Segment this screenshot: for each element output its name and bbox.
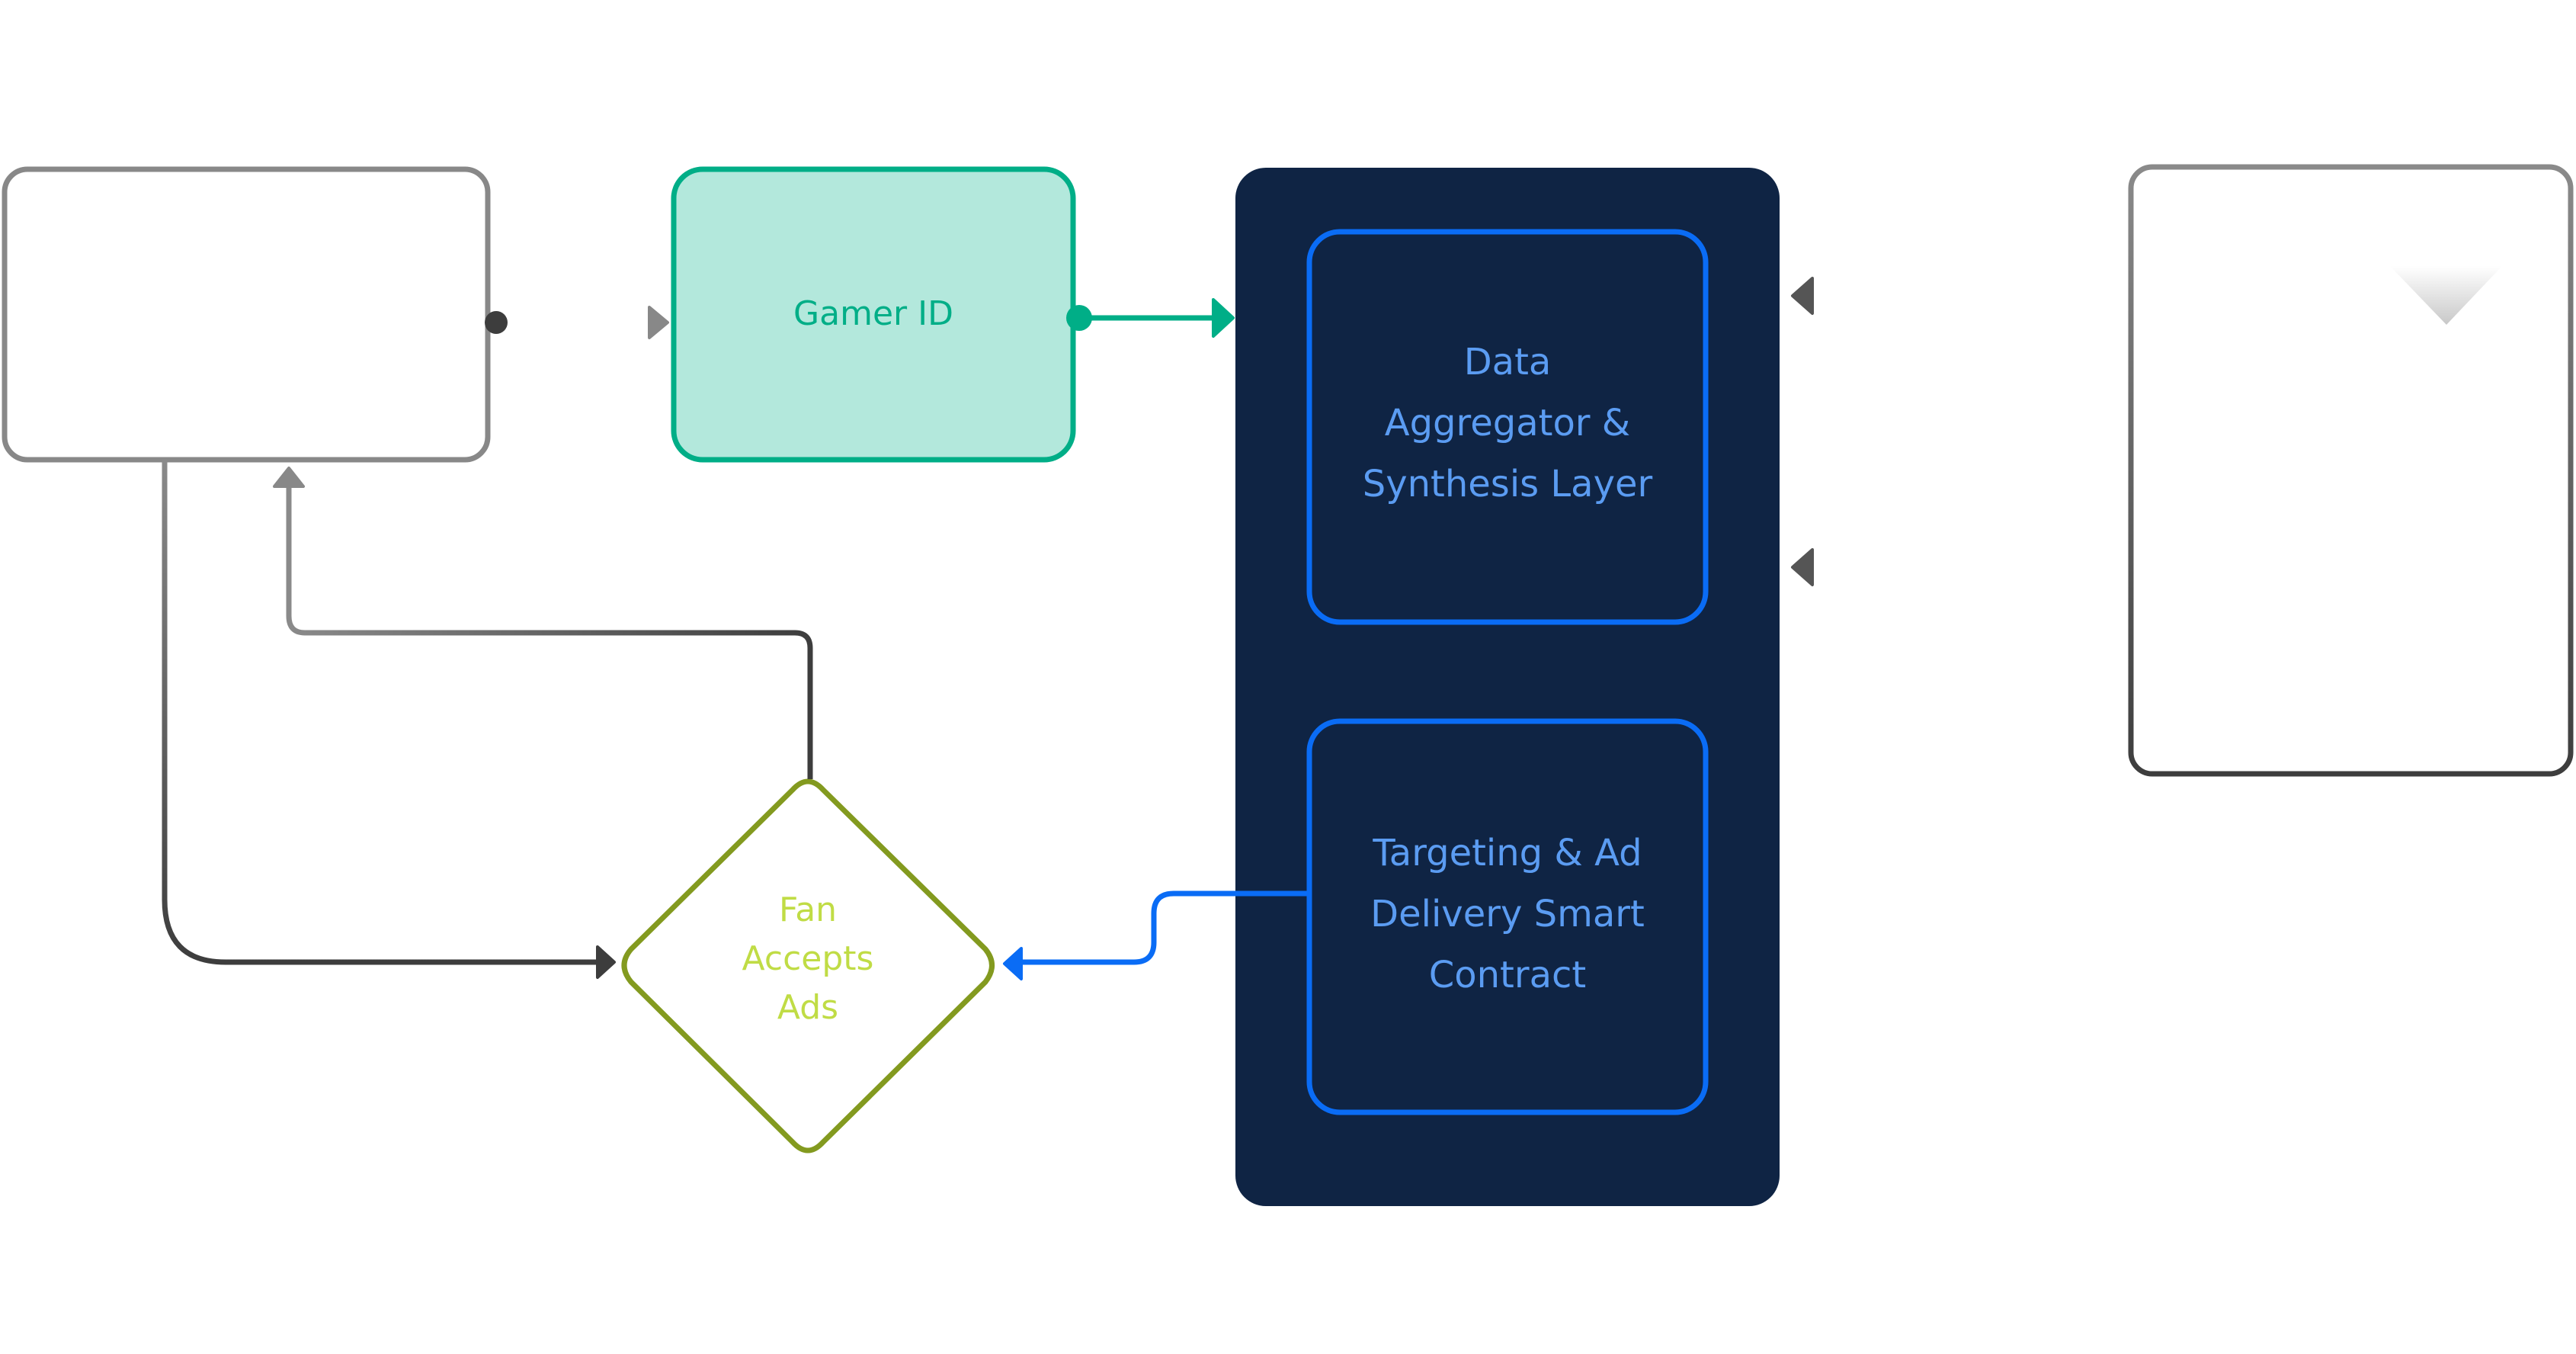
fan-accepts-ads-label-line-1: Fan [779, 890, 837, 929]
data-aggregator-label-line-3: Synthesis Layer [1363, 463, 1653, 505]
data-aggregator-label-line-1: Data [1464, 341, 1552, 383]
flow-diagram: Gamer ID Data Aggregator & Synthesis Lay… [2, 164, 2574, 1206]
fan-accepts-ads-label-line-3: Ads [777, 988, 838, 1027]
fan-accepts-ads-label-line-2: Accepts [742, 939, 874, 978]
edge-gamer-id-to-panel [1066, 298, 1235, 338]
targeting-contract-label-line-2: Delivery Smart [1370, 893, 1645, 935]
arrowhead-left-icon [1791, 548, 1814, 586]
gamer-id-node: Gamer ID [671, 166, 1076, 463]
arrowhead-left-icon [1791, 277, 1814, 315]
source-box [2, 166, 491, 463]
arrowhead-right-icon [596, 945, 616, 979]
external-box [2128, 164, 2574, 777]
edge-source-to-fan-accepts-ads [162, 460, 616, 979]
arrowhead-right-icon [648, 306, 669, 339]
arrowhead-up-icon [273, 467, 305, 488]
edge-external-to-aggregator-1 [1791, 277, 2131, 315]
edge-fan-accepts-ads-to-source [273, 467, 813, 779]
platform-panel [1235, 168, 1780, 1206]
edge-external-to-aggregator-2 [1791, 548, 2131, 586]
edge-source-to-gamer-id [485, 306, 669, 339]
gamer-id-label: Gamer ID [793, 294, 953, 333]
edge-start-dot [1066, 305, 1092, 331]
fan-accepts-ads-node: Fan Accepts Ads [621, 778, 995, 1153]
targeting-contract-label-line-1: Targeting & Ad [1372, 832, 1642, 874]
arrowhead-left-icon [1003, 947, 1023, 980]
data-aggregator-label-line-2: Aggregator & [1385, 402, 1630, 444]
arrowhead-right-icon [1212, 298, 1235, 338]
targeting-contract-label-line-3: Contract [1429, 954, 1586, 996]
edge-start-dot [485, 311, 508, 334]
